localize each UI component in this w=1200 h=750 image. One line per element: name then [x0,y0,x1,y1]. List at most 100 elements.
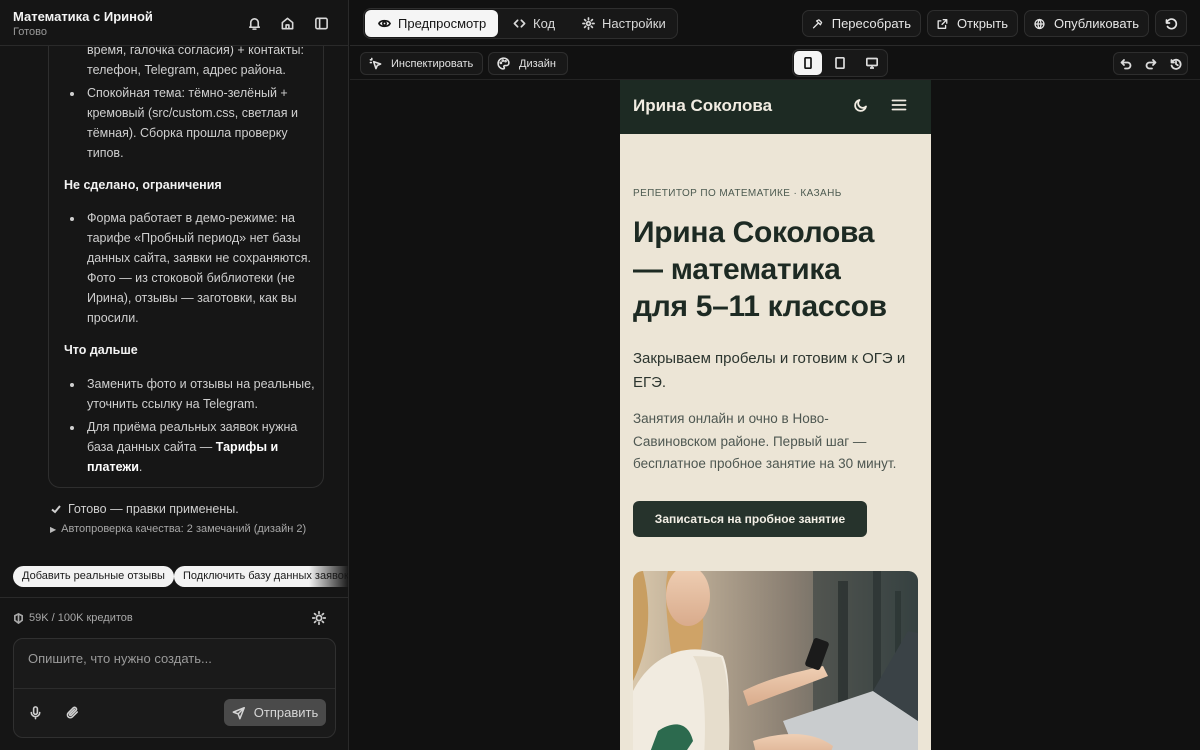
send-button-label: Отправить [253,705,319,720]
redo-icon [1145,58,1157,69]
check-icon [51,505,61,514]
undo-button[interactable] [1114,54,1138,73]
bullet-dot [70,92,74,96]
qa-disclosure-text: Автопроверка качества: 2 замечаний (диза… [61,523,307,535]
code-icon [513,19,526,28]
inspect-icon [369,57,382,70]
done-status: Готово — правки применены. [50,502,239,516]
inspect-button[interactable]: Инспектировать [360,52,483,75]
hero-title-line: Ирина Соколова [633,216,875,249]
hero-photo [633,571,918,750]
credits-text: 59K / 100K кредитов [29,612,133,624]
message-text-line: Заменить фото и отзывы на реальные, [87,377,315,391]
history-controls [1113,52,1188,75]
tab-preview-label: Предпросмотр [398,16,487,31]
message-text-fragment: . [138,460,143,474]
home-icon[interactable] [277,13,297,33]
open-button-label: Открыть [956,16,1008,31]
chat-panel: время, галочка согласия) + контакты: тел… [0,0,349,750]
preview-toolbar: Инспектировать Дизайн [350,46,1200,80]
message-text-line: данных сайта, заявки не сохраняются. [87,251,311,265]
bullet-dot [70,426,74,430]
message-section-heading: Что дальше [64,343,138,357]
site-navbar: Ирина Соколова [620,80,931,134]
publish-button[interactable]: Опубликовать [1024,10,1149,37]
message-text-line: телефон, Telegram, адрес района. [87,63,286,77]
hero-description-line: Занятия онлайн и очно в Ново- [633,411,829,426]
device-switcher [792,49,888,77]
hero-eyebrow: РЕПЕТИТОР ПО МАТЕМАТИКЕ · КАЗАНЬ [633,188,842,199]
gear-icon [582,17,595,30]
prompt-placeholder: Опишите, что нужно создать... [28,651,212,666]
device-phone-button[interactable] [794,51,822,75]
sidebar-toggle-icon[interactable] [311,13,331,33]
message-text-line: типов. [87,146,124,160]
hero-title-line: для 5–11 классов [633,290,887,323]
message-text-line: база данных сайта — Тарифы и [87,437,278,457]
pricing-link[interactable]: платежи [87,460,139,474]
bullet-dot [70,217,74,221]
history-button[interactable] [1164,54,1188,73]
tablet-icon [835,57,845,69]
design-button-label: Дизайн [519,57,556,70]
disclosure-triangle-icon: ▶ [50,524,57,534]
composer: Опишите, что нужно создать... Отправить [13,638,336,738]
prompt-input[interactable]: Опишите, что нужно создать... [14,639,335,689]
microphone-icon[interactable] [28,705,46,723]
tab-code-label: Код [533,16,556,31]
suggestion-chips: Добавить реальные отзывы Подключить базу… [13,566,348,588]
done-status-text: Готово — правки применены. [68,502,239,516]
suggestion-chip[interactable]: Добавить реальные отзывы [13,566,174,587]
menu-icon[interactable] [891,97,911,117]
history-icon [1170,58,1182,70]
design-button[interactable]: Дизайн [488,52,568,75]
rebuild-button[interactable]: Пересобрать [802,10,921,37]
site-brand[interactable]: Ирина Соколова [633,96,772,116]
hero-lead-line: ЕГЭ. [633,374,667,391]
rebuild-button-label: Пересобрать [831,16,911,31]
paperclip-icon[interactable] [65,705,83,723]
message-text-line: уточнить ссылку на Telegram. [87,397,258,411]
message-text-line: Для приёма реальных заявок нужна [87,420,298,434]
credits-icon [14,612,23,624]
message-section-heading: Не сделано, ограничения [64,178,222,192]
open-button[interactable]: Открыть [927,10,1018,37]
hammer-icon [812,18,823,28]
hero-lead: Закрываем пробелы и готовим к ОГЭ и ЕГЭ. [633,347,923,395]
sun-icon[interactable] [311,610,328,627]
publish-button-label: Опубликовать [1053,16,1139,31]
message-text-line: кремовый (src/custom.css, светлая и [87,106,298,120]
project-status: Готово [13,26,47,38]
chips-fade-overlay [309,566,348,588]
bell-icon[interactable] [244,13,264,33]
device-desktop-button[interactable] [858,51,886,75]
phone-icon [804,57,812,69]
pricing-link[interactable]: Тарифы и [216,440,278,454]
bullet-dot [70,383,74,387]
reset-icon [1165,17,1178,29]
tab-preview[interactable]: Предпросмотр [365,10,498,37]
tab-code[interactable]: Код [500,10,566,37]
send-button[interactable]: Отправить [224,699,326,726]
moon-icon[interactable] [853,97,873,117]
device-tablet-button[interactable] [826,51,854,75]
palette-icon [497,57,510,70]
qa-disclosure[interactable]: ▶ Автопроверка качества: 2 замечаний (ди… [50,523,306,535]
undo-icon [1120,58,1132,69]
reset-button[interactable] [1155,10,1187,37]
inspect-button-label: Инспектировать [391,57,474,70]
external-link-icon [937,18,948,29]
project-title: Математика с Ириной [13,9,153,24]
credits-counter: 59K / 100K кредитов [13,612,133,624]
project-header: Математика с Ириной Готово [0,0,348,46]
divider [0,597,348,598]
tab-settings-label: Настройки [602,16,666,31]
hero-title-line: — математика [633,253,841,286]
tab-settings[interactable]: Настройки [569,10,674,37]
redo-button[interactable] [1139,54,1163,73]
message-text-fragment: база данных сайта — [87,440,216,454]
message-text-line: платежи. [87,457,142,477]
desktop-icon [866,57,878,69]
workspace-toolbar: Предпросмотр Код Настройки Пересобрать О… [350,0,1200,46]
trial-lesson-button[interactable]: Записаться на пробное занятие [633,501,867,537]
